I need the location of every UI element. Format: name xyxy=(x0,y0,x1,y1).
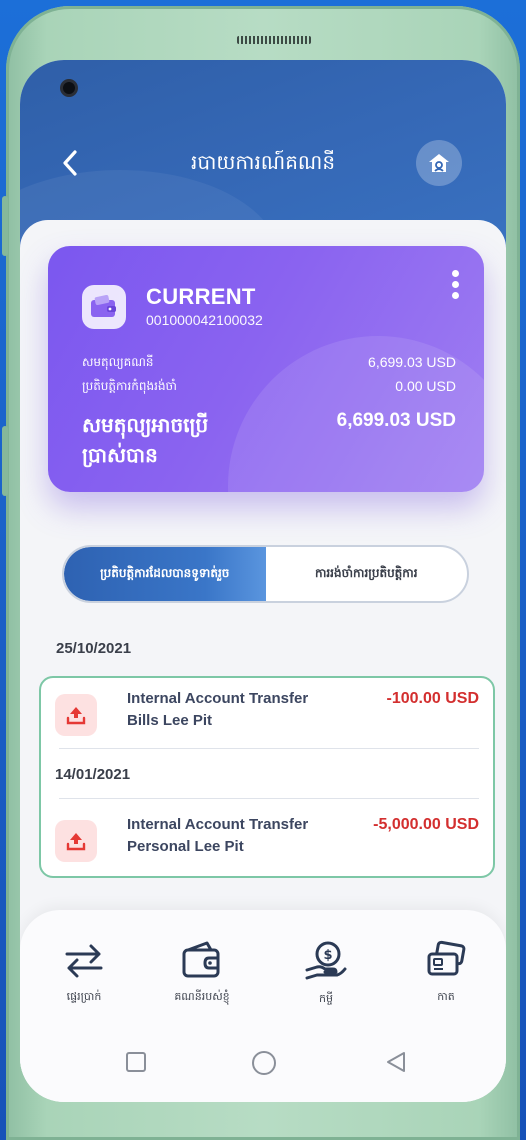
transaction-amount: -5,000.00 USD xyxy=(373,816,479,833)
account-number: 001000042100032 xyxy=(146,312,263,328)
tab-pending[interactable]: ការរង់ចាំការប្រតិបត្តិការ xyxy=(266,547,468,601)
nav-my-accounts[interactable]: គណនីរបស់ខ្ញុំ xyxy=(152,940,252,1006)
speaker-grille xyxy=(237,36,311,44)
home-icon xyxy=(429,154,449,172)
circle-icon xyxy=(252,1051,276,1075)
transaction-tabs: ប្រតិបត្តិការដែលបានទូទាត់រួច ការរង់ចាំកា… xyxy=(62,545,469,603)
nav-cards[interactable]: កាត xyxy=(396,940,496,1006)
side-button xyxy=(2,196,8,256)
svg-text:$: $ xyxy=(323,948,332,963)
transaction-list: Internal Account Transfer Bills Lee Pit … xyxy=(39,676,495,878)
triangle-back-icon xyxy=(387,1052,405,1072)
front-camera xyxy=(60,79,78,97)
divider xyxy=(59,748,479,749)
wallet-graphic xyxy=(91,295,116,317)
balance-value: 6,699.03 USD xyxy=(368,354,456,370)
transaction-date: 14/01/2021 xyxy=(55,766,131,783)
pending-label: ប្រតិបត្តិការកំពុងរង់ចាំ xyxy=(82,379,177,393)
wallet-icon xyxy=(82,285,126,329)
balance-label: សមតុល្យគណនី xyxy=(82,355,154,369)
home-system-button[interactable] xyxy=(251,1050,277,1080)
nav-transfer[interactable]: ផ្ទេរប្រាក់ xyxy=(34,940,134,1006)
nav-label: ផ្ទេរប្រាក់ xyxy=(66,990,102,1003)
nav-label: គណនីរបស់ខ្ញុំ xyxy=(174,990,230,1003)
loan-coin-hand-icon: $ xyxy=(305,941,347,980)
available-balance-label: សមតុល្យអាចប្រើប្រាស់បាន xyxy=(82,413,209,467)
pending-value: 0.00 USD xyxy=(395,378,456,394)
cards-icon xyxy=(427,940,466,976)
transaction-title: Internal Account Transfer xyxy=(127,816,309,833)
transaction-item[interactable]: Internal Account Transfer Personal Lee P… xyxy=(55,816,479,876)
wallet-icon xyxy=(182,941,220,978)
back-system-button[interactable] xyxy=(384,1050,408,1078)
nav-loan[interactable]: $ កម្ចី xyxy=(276,940,376,1008)
available-balance-value: 6,699.03 USD xyxy=(336,410,456,431)
tab-completed[interactable]: ប្រតិបត្តិការដែលបានទូទាត់រួច xyxy=(64,547,266,601)
side-button xyxy=(2,426,8,496)
upload-icon xyxy=(55,694,97,736)
transaction-item[interactable]: Internal Account Transfer Bills Lee Pit … xyxy=(55,690,479,750)
home-button[interactable] xyxy=(416,140,462,186)
transaction-title: Internal Account Transfer xyxy=(127,690,309,707)
nav-label: កម្ចី xyxy=(319,992,333,1005)
transaction-subtitle: Personal Lee Pit xyxy=(127,838,244,855)
square-icon xyxy=(126,1052,146,1072)
recents-button[interactable] xyxy=(124,1050,148,1078)
nav-label: កាត xyxy=(437,990,455,1003)
app-screen: របាយការណ៍គណនី CURRENT 001000042100032 សម… xyxy=(20,60,506,1102)
divider xyxy=(59,798,479,799)
transfer-arrows-icon xyxy=(65,944,103,978)
account-card[interactable]: CURRENT 001000042100032 សមតុល្យគណនី 6,69… xyxy=(48,246,484,492)
upload-arrow-icon xyxy=(66,707,86,725)
upload-icon xyxy=(55,820,97,862)
account-type: CURRENT xyxy=(146,284,256,309)
upload-arrow-icon xyxy=(66,833,86,851)
system-navigation-bar xyxy=(20,1050,506,1080)
bottom-navigation: ផ្ទេរប្រាក់ គណនីរបស់ខ្ញុំ $ កម្ចី កាត xyxy=(20,910,506,1102)
transaction-amount: -100.00 USD xyxy=(386,690,480,707)
transaction-subtitle: Bills Lee Pit xyxy=(127,712,213,729)
group-date: 25/10/2021 xyxy=(56,640,132,657)
more-options-icon[interactable] xyxy=(452,270,460,304)
